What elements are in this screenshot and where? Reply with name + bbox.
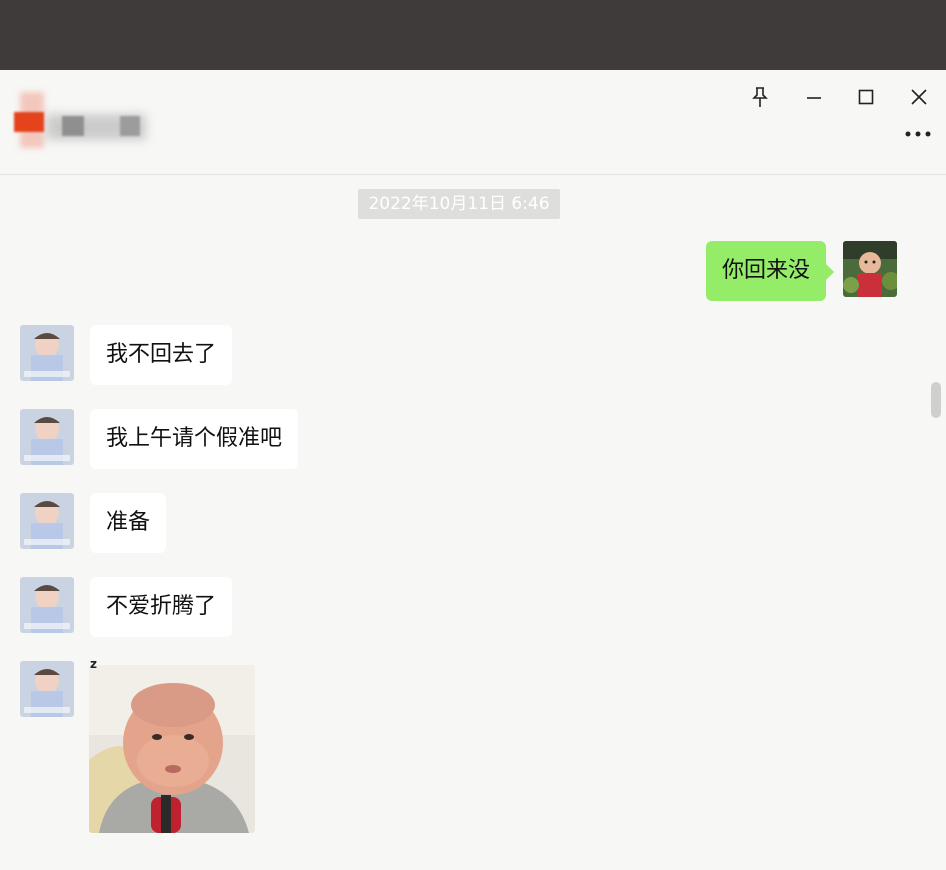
message-text: 我不回去了 [106,342,217,367]
contact-avatar[interactable] [20,325,74,381]
scrollbar-thumb[interactable] [931,382,941,418]
sticker-message[interactable] [89,665,255,833]
pin-icon [752,87,768,107]
message-bubble-sent[interactable]: 你回来没 [706,241,835,301]
contact-avatar[interactable] [20,661,74,717]
message-bubble-received[interactable]: 不爱折腾了 [90,577,233,637]
message-text: 你回来没 [722,258,811,283]
message-timestamp: 2022年10月11日 6:46 [358,189,560,219]
close-button[interactable] [902,80,936,114]
more-options-button[interactable] [900,122,936,146]
message-bubble-received[interactable]: 准备 [90,493,167,553]
contact-avatar[interactable] [20,493,74,549]
contact-avatar[interactable] [20,409,74,465]
maximize-button[interactable] [849,80,883,114]
desktop-background [0,0,946,70]
close-icon [911,89,927,105]
more-icon [905,131,931,137]
contact-avatar[interactable] [20,577,74,633]
message-bubble-received[interactable]: 我不回去了 [90,325,233,385]
chat-window: 2022年10月11日 6:46 你回来没 我不回去了 我上午请个假准吧 准备 … [0,70,946,870]
message-bubble-received[interactable]: 我上午请个假准吧 [90,409,299,469]
message-list[interactable]: 2022年10月11日 6:46 你回来没 我不回去了 我上午请个假准吧 准备 … [0,175,946,870]
sticker-mark: z [90,657,97,671]
message-text: 我上午请个假准吧 [106,426,283,451]
maximize-icon [858,89,874,105]
contact-name-blurred[interactable] [6,88,156,150]
minimize-button[interactable] [797,80,831,114]
message-text: 准备 [106,510,151,535]
minimize-icon [807,97,821,99]
chat-header [0,70,946,175]
pin-button[interactable] [743,80,777,114]
message-text: 不爱折腾了 [106,594,217,619]
my-avatar[interactable] [843,241,897,297]
